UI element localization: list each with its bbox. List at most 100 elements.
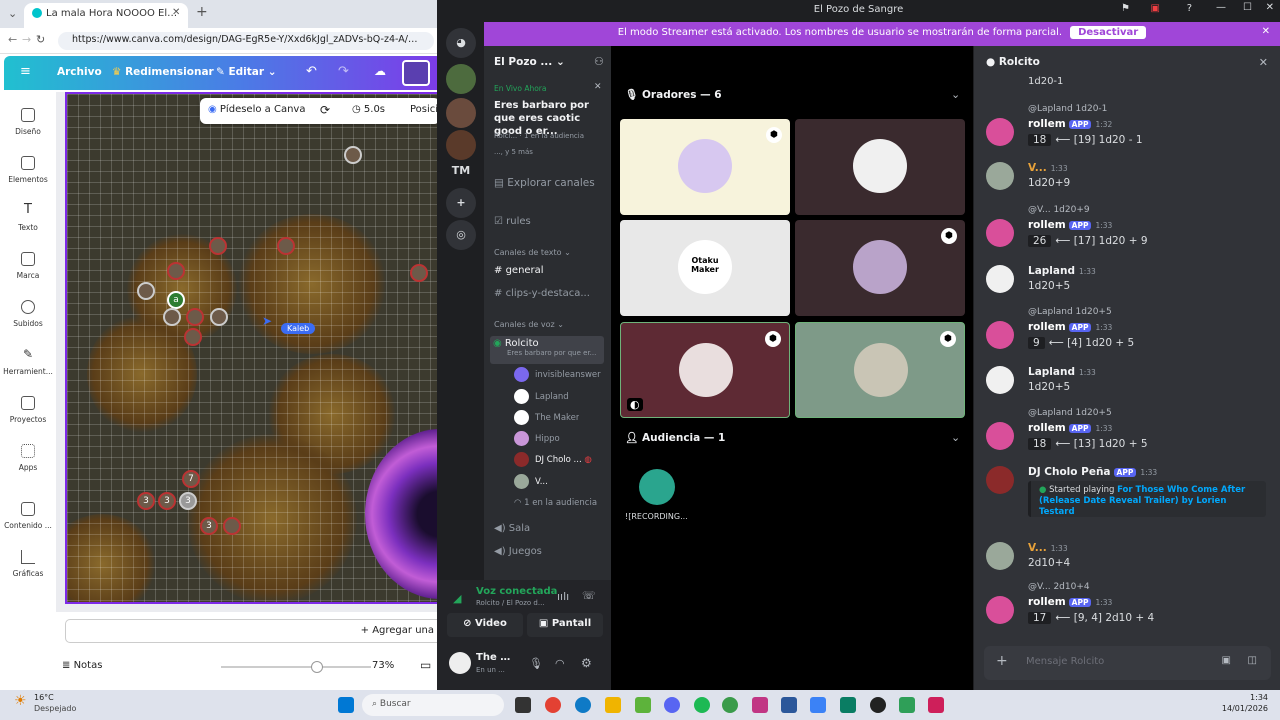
voice-channels-category[interactable]: Canales de voz ⌄ [494, 320, 606, 329]
user-name[interactable]: The M... [476, 652, 516, 663]
app-icon[interactable] [635, 697, 651, 713]
map-token-3[interactable]: 3 [200, 517, 218, 535]
zoom-value[interactable]: 73% [372, 660, 394, 671]
map-token-a[interactable]: a [167, 291, 185, 309]
speaker-tile-v[interactable]: ⬢ [795, 322, 965, 418]
message-author[interactable]: rollem APP 1:33 [1028, 596, 1112, 608]
reply-reference[interactable]: @V... 2d10+4 [1028, 582, 1090, 592]
deactivate-streamer-button[interactable]: Desactivar [1070, 26, 1147, 39]
app-icon[interactable] [899, 697, 915, 713]
user-avatar[interactable] [986, 162, 1014, 190]
speaker-tile-the-maker[interactable]: Otaku Maker [620, 220, 790, 316]
battle-map-canvas[interactable]: a 7 3 3 3 3 ➤ Kaleb [65, 92, 437, 604]
side-graficas[interactable]: Gráficas [0, 550, 56, 578]
server-tm[interactable]: TM [446, 156, 476, 186]
task-view-icon[interactable] [515, 697, 531, 713]
user-avatar[interactable] [986, 118, 1014, 146]
server-name-header[interactable]: El Pozo ... ⌄ [494, 56, 606, 68]
map-token[interactable] [410, 264, 428, 282]
stream-icon[interactable]: ▣ [1151, 3, 1160, 14]
side-proyectos[interactable]: Proyectos [0, 396, 56, 424]
voice-user[interactable]: The Maker [514, 410, 579, 425]
weather-icon[interactable]: ☀ [14, 693, 27, 709]
side-elementos[interactable]: Elementos [0, 156, 56, 184]
side-subidos[interactable]: Subidos [0, 300, 56, 328]
map-token[interactable] [163, 308, 181, 326]
explore-channels[interactable]: ▤ Explorar canales [494, 177, 606, 189]
app-icon[interactable] [928, 697, 944, 713]
channel-general[interactable]: # general [494, 265, 606, 276]
speaker-tile-dj-cholo[interactable]: ⬢ ◐ [620, 322, 790, 418]
inbox-icon[interactable]: ⚑ [1121, 3, 1130, 14]
pages-view-icon[interactable]: ▭ [420, 658, 431, 672]
screen-share-button[interactable]: ▣ Pantall [527, 613, 603, 637]
headphones-icon[interactable]: ◠ [555, 657, 565, 670]
message-author[interactable]: Lapland 1:33 [1028, 366, 1096, 378]
map-token[interactable] [137, 282, 155, 300]
collapse-audience-icon[interactable]: ⌄ [951, 431, 960, 444]
tab-list-icon[interactable]: ⌄ [8, 7, 17, 20]
side-apps[interactable]: Apps [0, 444, 56, 472]
word-icon[interactable] [781, 697, 797, 713]
reply-reference[interactable]: @V... 1d20+9 [1028, 205, 1090, 215]
obs-icon[interactable] [870, 697, 886, 713]
editar-button[interactable]: ✎ Editar ⌄ [216, 66, 277, 78]
minimize-icon[interactable]: — [1216, 2, 1226, 13]
reply-reference[interactable]: @Lapland 1d20+5 [1028, 307, 1112, 317]
edge-icon[interactable] [575, 697, 591, 713]
animate-icon[interactable]: ⟳ [320, 103, 330, 117]
user-avatar[interactable] [986, 366, 1014, 394]
reload-icon[interactable]: ↻ [36, 33, 45, 46]
notes-button[interactable]: ≣ Notas [62, 660, 102, 671]
text-channels-category[interactable]: Canales de texto ⌄ [494, 248, 606, 257]
speaker-tile-lapland[interactable] [795, 119, 965, 215]
voice-connected-label[interactable]: Voz conectada [476, 586, 557, 597]
map-token[interactable] [209, 237, 227, 255]
microphone-icon[interactable]: 🎙︎ [529, 657, 543, 670]
map-token-3[interactable]: 3 [137, 492, 155, 510]
reply-reference[interactable]: @Lapland 1d20+5 [1028, 408, 1112, 418]
menu-icon[interactable]: ≡ [20, 64, 31, 79]
tab-close-icon[interactable]: ✕ [172, 7, 180, 18]
settings-gear-icon[interactable]: ⚙ [581, 656, 592, 670]
close-icon[interactable]: ✕ [1266, 2, 1274, 13]
map-token[interactable] [186, 308, 204, 326]
side-contenido[interactable]: Contenido ... [0, 502, 56, 530]
user-avatar[interactable] [986, 265, 1014, 293]
app-icon[interactable] [810, 697, 826, 713]
spotify-icon[interactable] [694, 697, 710, 713]
user-avatar[interactable] [449, 652, 471, 674]
clock-time[interactable]: 1:34 [1250, 693, 1268, 702]
add-page-button[interactable]: + Agregar una [65, 619, 437, 643]
add-server-icon[interactable]: + [446, 188, 476, 218]
user-avatar[interactable] [986, 321, 1014, 349]
gif-icon[interactable]: ▣ [1222, 655, 1231, 666]
browser-tab[interactable]: La mala Hora NOOOO El CROW N [24, 3, 188, 28]
message-author[interactable]: rollem APP 1:32 [1028, 118, 1112, 130]
disconnect-icon[interactable]: ☏ [582, 589, 596, 602]
redimensionar-button[interactable]: ♛ Redimensionar [112, 66, 214, 78]
user-avatar[interactable] [986, 596, 1014, 624]
message-author[interactable]: V... 1:33 [1028, 162, 1068, 174]
collapse-speakers-icon[interactable]: ⌄ [951, 88, 960, 101]
voice-channel-rolcito[interactable]: ◉ Rolcito Eres barbaro por que er... [490, 336, 604, 364]
reply-reference[interactable]: @Lapland 1d20-1 [1028, 104, 1107, 114]
side-marca[interactable]: Marca [0, 252, 56, 280]
maximize-icon[interactable]: ☐ [1243, 2, 1252, 13]
banner-close-icon[interactable]: ✕ [1262, 26, 1270, 37]
chrome-icon[interactable] [545, 697, 561, 713]
user-avatar[interactable] [402, 60, 430, 86]
duration-button[interactable]: ◷ 5.0s [352, 104, 385, 115]
position-button[interactable]: Posici [410, 104, 437, 115]
taskbar-search[interactable]: ⌕ Buscar [362, 694, 504, 716]
archivo-button[interactable]: Archivo [57, 66, 102, 78]
user-avatar[interactable] [986, 422, 1014, 450]
add-attachment-icon[interactable]: + [996, 653, 1008, 669]
back-icon[interactable]: ← [8, 33, 17, 46]
stream-preview-icon[interactable]: ◐ [627, 398, 643, 411]
new-tab-icon[interactable]: + [196, 4, 208, 20]
cloud-save-icon[interactable]: ☁ [374, 64, 386, 78]
speaker-tile-invisibleanswer[interactable]: ⬢ [620, 119, 790, 215]
side-diseno[interactable]: Diseño [0, 108, 56, 136]
app-icon[interactable] [752, 697, 768, 713]
